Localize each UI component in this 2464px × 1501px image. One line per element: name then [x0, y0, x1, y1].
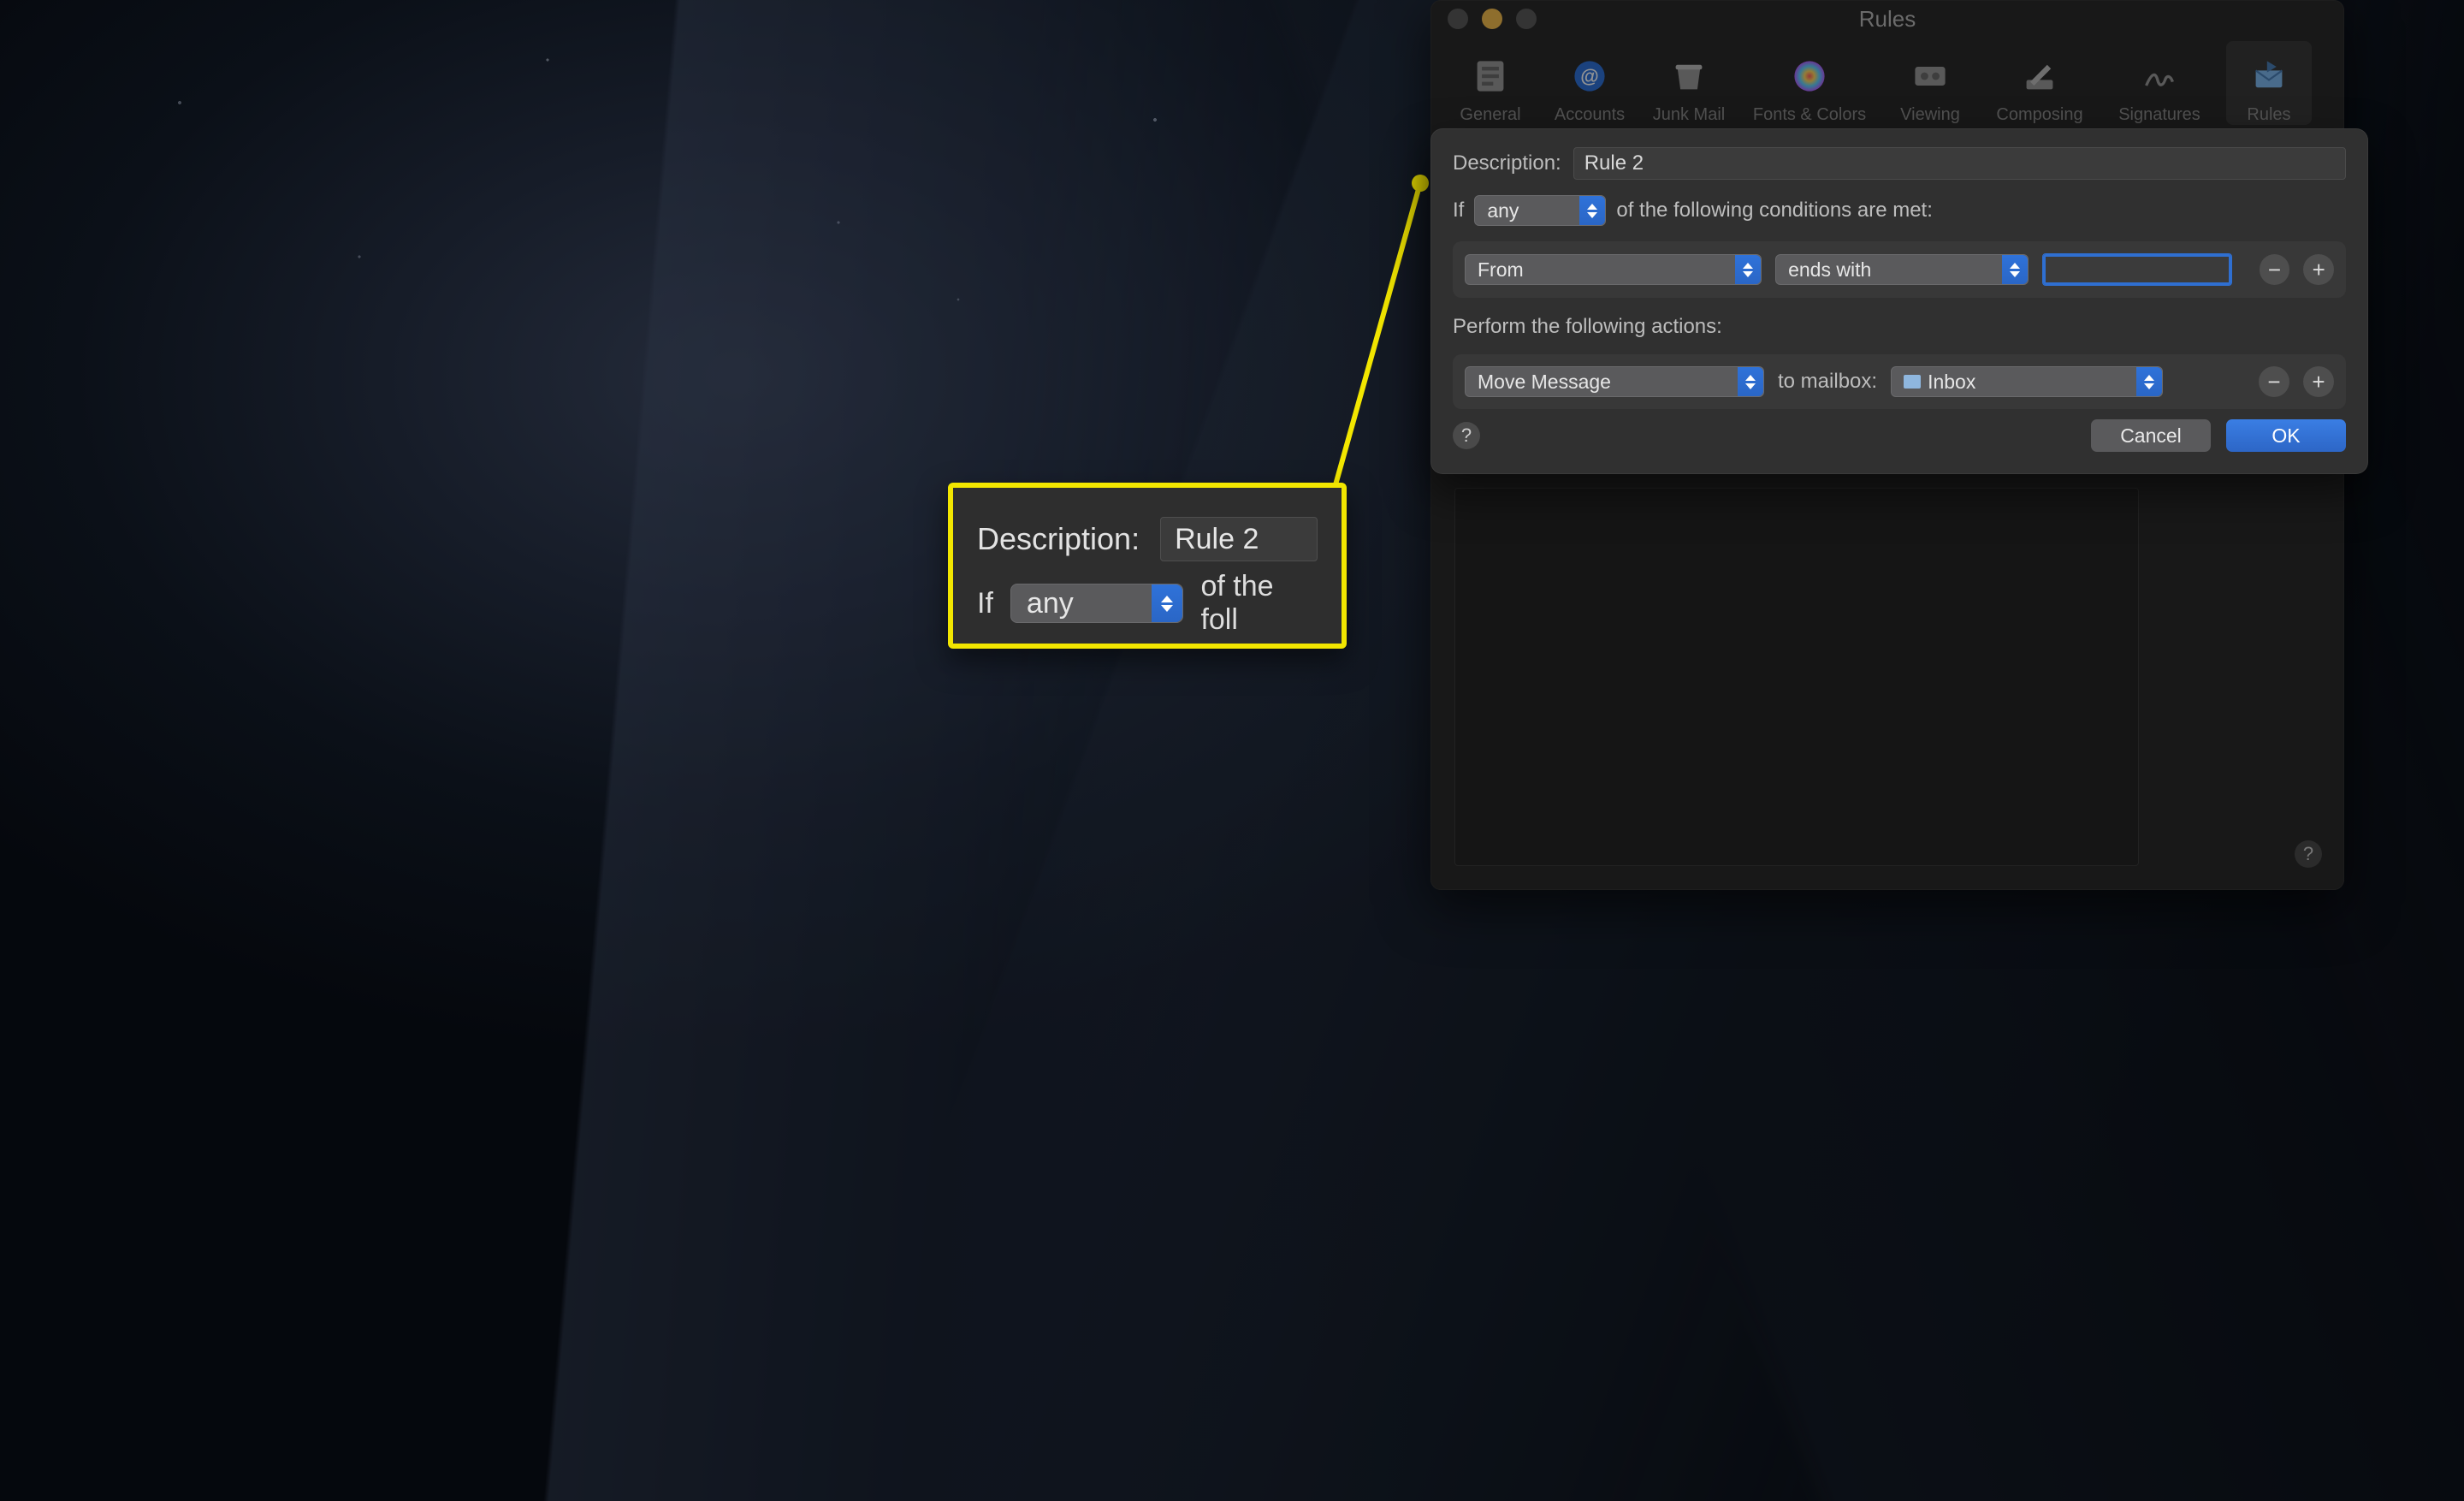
- ok-button[interactable]: OK: [2226, 419, 2346, 452]
- sheet-help-button[interactable]: ?: [1453, 422, 1480, 449]
- callout-description-label: Description:: [977, 521, 1140, 557]
- signatures-icon: [2137, 54, 2182, 98]
- chevron-updown-icon: [1579, 196, 1605, 225]
- condition-field-select[interactable]: From: [1465, 254, 1762, 285]
- condition-row: From ends with − +: [1453, 241, 2346, 298]
- annotation-callout: Description: Rule 2 If any of the foll: [948, 483, 1347, 649]
- tab-label: Composing: [1996, 105, 2082, 125]
- chevron-updown-icon: [2002, 255, 2028, 284]
- actions-label: Perform the following actions:: [1453, 315, 1722, 339]
- condition-value-input[interactable]: [2042, 253, 2232, 286]
- window-title: Rules: [1430, 6, 2344, 33]
- general-icon: [1468, 54, 1513, 98]
- tab-label: Viewing: [1900, 105, 1960, 125]
- tab-label: Junk Mail: [1653, 105, 1725, 125]
- callout-if-suffix: of the foll: [1200, 570, 1318, 637]
- composing-icon: [2017, 54, 2062, 98]
- rule-editor-sheet: Description: Rule 2 If any of the follow…: [1430, 128, 2368, 474]
- preferences-toolbar: General @ Accounts Junk Mail Fonts & Col…: [1430, 38, 2344, 133]
- condition-operator-select[interactable]: ends with: [1775, 254, 2029, 285]
- tab-rules[interactable]: Rules: [2226, 41, 2312, 125]
- action-to-label: to mailbox:: [1778, 370, 1877, 394]
- tab-label: Rules: [2247, 105, 2290, 125]
- add-action-button[interactable]: +: [2303, 366, 2334, 397]
- rules-window: Rules General @ Accounts Junk Mail Fonts…: [1430, 0, 2344, 890]
- junk-mail-icon: [1667, 54, 1711, 98]
- chevron-updown-icon: [1738, 367, 1763, 396]
- tab-label: Signatures: [2118, 105, 2200, 125]
- tab-label: Fonts & Colors: [1753, 105, 1866, 125]
- tab-accounts[interactable]: @ Accounts: [1547, 41, 1632, 125]
- titlebar: Rules: [1430, 0, 2344, 38]
- fonts-colors-icon: [1787, 54, 1832, 98]
- tab-signatures[interactable]: Signatures: [2106, 41, 2212, 125]
- callout-match-mode-select: any: [1010, 584, 1184, 623]
- tab-composing[interactable]: Composing: [1987, 41, 2093, 125]
- callout-description-input: Rule 2: [1160, 517, 1318, 561]
- tab-fonts-colors[interactable]: Fonts & Colors: [1745, 41, 1874, 125]
- rules-list[interactable]: [1454, 488, 2139, 866]
- mailbox-icon: [1904, 375, 1921, 389]
- rules-icon: [2247, 54, 2291, 98]
- action-verb-select[interactable]: Move Message: [1465, 366, 1764, 397]
- help-button[interactable]: ?: [2295, 840, 2322, 868]
- tab-label: General: [1460, 105, 1520, 125]
- svg-text:@: @: [1580, 66, 1598, 87]
- tab-viewing[interactable]: Viewing: [1887, 41, 1973, 125]
- chevron-updown-icon: [1735, 255, 1761, 284]
- callout-row-1: Description: Rule 2: [953, 488, 1342, 570]
- description-input[interactable]: Rule 2: [1573, 147, 2346, 180]
- if-suffix: of the following conditions are met:: [1616, 199, 1933, 222]
- viewing-icon: [1908, 54, 1952, 98]
- match-mode-select[interactable]: any: [1474, 195, 1606, 226]
- cancel-button[interactable]: Cancel: [2091, 419, 2211, 452]
- action-mailbox-select[interactable]: Inbox: [1891, 366, 2163, 397]
- add-condition-button[interactable]: +: [2303, 254, 2334, 285]
- description-label: Description:: [1453, 151, 1561, 175]
- accounts-icon: @: [1567, 54, 1612, 98]
- tab-junk-mail[interactable]: Junk Mail: [1646, 41, 1732, 125]
- tab-label: Accounts: [1555, 105, 1625, 125]
- tab-general[interactable]: General: [1448, 41, 1533, 125]
- remove-condition-button[interactable]: −: [2260, 254, 2290, 285]
- chevron-updown-icon: [2136, 367, 2162, 396]
- callout-row-2: If any of the foll: [953, 570, 1342, 649]
- callout-if-prefix: If: [977, 587, 993, 620]
- action-row: Move Message to mailbox: Inbox − +: [1453, 354, 2346, 409]
- chevron-updown-icon: [1152, 584, 1182, 622]
- remove-action-button[interactable]: −: [2259, 366, 2289, 397]
- if-prefix: If: [1453, 199, 1464, 222]
